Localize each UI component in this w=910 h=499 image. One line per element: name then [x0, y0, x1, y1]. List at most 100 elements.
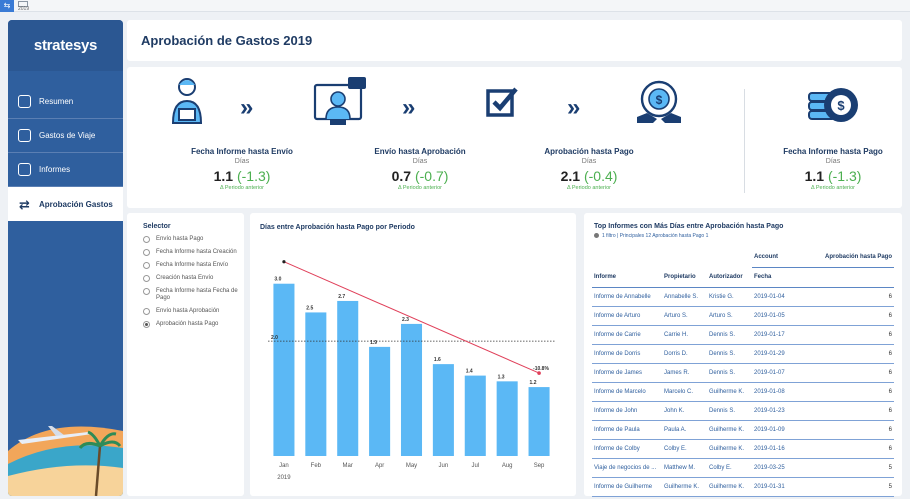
- table-cell: Informe de Guilherme: [592, 477, 662, 497]
- table-cell: 2019-01-17: [752, 325, 822, 345]
- selector-title: Selector: [143, 223, 171, 230]
- sidebar-item-aprobacion-gastos[interactable]: ⇄ Aprobación Gastos: [8, 187, 123, 221]
- chart-bar: [400, 323, 423, 456]
- x-tick-label: Jan: [279, 463, 289, 469]
- selector-option[interactable]: Envío hasta Aprobación: [143, 308, 244, 315]
- sidebar-nav: Resumen Gastos de Viaje Informes ⇄ Aprob…: [8, 85, 123, 221]
- sidebar-item-gastos-de-viaje[interactable]: Gastos de Viaje: [8, 119, 123, 153]
- kpi-title: Fecha Informe hasta Envío: [191, 147, 293, 156]
- table-cell: John K.: [662, 401, 707, 421]
- page-header: Aprobación de Gastos 2019: [127, 20, 902, 61]
- table-cell: Informe de Arturo: [592, 306, 662, 326]
- chevron-right-icon: »: [240, 94, 254, 121]
- data-label: 2.7: [338, 294, 345, 300]
- table-row[interactable]: Informe de Guilherme Guilherme K. Guilherm…: [592, 477, 894, 497]
- bar-chart: 3.0Jan2.5Feb2.7Mar1.9Apr2.3May1.6Jun1.4J…: [268, 260, 555, 481]
- kpi-value: 1.1 (-1.3): [804, 168, 862, 184]
- chart-bar: [496, 381, 518, 456]
- column-header[interactable]: Fecha: [752, 267, 822, 288]
- selector-option[interactable]: Envío hasta Pago: [143, 236, 244, 243]
- column-header[interactable]: Autorizador: [707, 267, 752, 288]
- table-cell: Kristie G.: [707, 287, 752, 307]
- table-cell: 2019-01-16: [752, 439, 822, 459]
- svg-text:$: $: [837, 98, 845, 113]
- table-cell: Guilherme K.: [707, 439, 752, 459]
- table-row[interactable]: Informe de Annabelle Annabelle S. Kristie …: [592, 287, 894, 307]
- selector-option[interactable]: Fecha Informe hasta Creación: [143, 249, 244, 256]
- radio-button[interactable]: [143, 308, 150, 315]
- year-filter[interactable]: 2019: [18, 6, 29, 12]
- table-row[interactable]: Informe de John John K. Dennis S. 2019-01-2…: [592, 401, 894, 421]
- table-cell: Annabelle S.: [662, 287, 707, 307]
- data-label: 1.6: [434, 357, 441, 363]
- table-row[interactable]: Informe de Paula Paula A. Guilherme K. 2019…: [592, 420, 894, 440]
- radio-button[interactable]: [143, 275, 150, 282]
- kpi-title: Aprobación hasta Pago: [544, 147, 634, 156]
- filter-info[interactable]: 1 filtro | Principales 12 Aprobación has…: [594, 233, 708, 239]
- table-cell: 2019-01-07: [752, 363, 822, 383]
- selector-option[interactable]: Fecha Informe hasta Fecha de Pago: [143, 288, 244, 302]
- x-tick-label: Feb: [311, 463, 322, 469]
- selector-option[interactable]: Fecha Informe hasta Envío: [143, 262, 244, 269]
- table-cell: Informe de Colby: [592, 439, 662, 459]
- table-row[interactable]: Viaje de negocios de ... Matthew M. Colby …: [592, 458, 894, 478]
- sidebar-item-resumen[interactable]: Resumen: [8, 85, 123, 119]
- kpi-period: Δ Periodo anterior: [810, 185, 856, 191]
- kpi-unit: Días: [581, 158, 597, 165]
- sidebar-item-informes[interactable]: Informes: [8, 153, 123, 187]
- table-row[interactable]: Informe de Arturo Arturo S. Arturo S. 2019-…: [592, 306, 894, 326]
- kpi-value: 2.1 (-0.4): [560, 168, 618, 184]
- table-cell: Informe de Annabelle: [592, 287, 662, 307]
- table-row[interactable]: Informe de James James R. Dennis S. 2019-01…: [592, 363, 894, 383]
- trend-label: -10.8%: [533, 366, 549, 372]
- table-row[interactable]: Informe de Dorris Dorris D. Dennis S. 2019-…: [592, 344, 894, 364]
- data-label: 1.3: [498, 374, 505, 380]
- kpi-delta: (-0.7): [414, 168, 449, 184]
- table-cell: 6: [822, 382, 894, 402]
- table-cell: 6: [822, 287, 894, 307]
- kpi-value: 0.7 (-0.7): [391, 168, 449, 184]
- kpi-value: 1.1 (-1.3): [213, 168, 271, 184]
- chart-bar: [528, 387, 550, 456]
- radio-button-selected[interactable]: [143, 321, 150, 328]
- radio-button[interactable]: [143, 288, 150, 295]
- table-cell: Informe de John: [592, 401, 662, 421]
- table-cell: 5: [822, 458, 894, 478]
- reference-label: 2.0: [271, 335, 278, 341]
- selector-option[interactable]: Creación hasta Envío: [143, 275, 244, 282]
- table-cell: Matthew M.: [662, 458, 707, 478]
- table-row[interactable]: Informe de Colby Colby E. Guilherme K. 2019…: [592, 439, 894, 459]
- column-header[interactable]: Informe: [592, 267, 662, 288]
- table-row[interactable]: Informe de Carrie Carrie H. Dennis S. 2019-…: [592, 325, 894, 345]
- swap-icon[interactable]: ⇆: [0, 0, 14, 12]
- table-cell: 5: [822, 477, 894, 497]
- kpi-unit: Días: [234, 158, 250, 165]
- table-cell: Informe de Carrie: [592, 325, 662, 345]
- table-cell: 2019-01-31: [752, 477, 822, 497]
- beach-illustration: [8, 426, 123, 496]
- logo: stratesys: [8, 20, 123, 71]
- selector-option[interactable]: Aprobación hasta Pago: [143, 321, 244, 328]
- top-reports-panel: Top Informes con Más Días entre Aprobaci…: [584, 213, 902, 499]
- table-cell: 6: [822, 363, 894, 383]
- group-header-aprobacion[interactable]: Aprobación hasta Pago: [822, 247, 894, 268]
- table-cell: Guilherme K.: [707, 477, 752, 497]
- kpi-title: Envío hasta Aprobación: [374, 147, 466, 156]
- clipboard-icon: [18, 163, 31, 176]
- chart-bar: [432, 364, 454, 456]
- radio-button[interactable]: [143, 262, 150, 269]
- group-header-account[interactable]: Account: [752, 247, 822, 268]
- radio-button[interactable]: [143, 249, 150, 256]
- column-header[interactable]: Propietario: [662, 267, 707, 288]
- x-tick-label: Mar: [343, 463, 353, 469]
- table-row[interactable]: Informe de Marcelo Marcelo C. Guilherme K.…: [592, 382, 894, 402]
- x-tick-label: May: [406, 463, 417, 469]
- computer-support-icon: [313, 77, 366, 125]
- table-cell: 2019-01-23: [752, 401, 822, 421]
- chart-bar: [305, 312, 327, 456]
- kpi-delta: (-1.3): [827, 168, 862, 184]
- table-cell: 2019-01-05: [752, 306, 822, 326]
- radio-button[interactable]: [143, 236, 150, 243]
- data-label: 1.2: [530, 380, 537, 386]
- chart-bar: [337, 300, 359, 456]
